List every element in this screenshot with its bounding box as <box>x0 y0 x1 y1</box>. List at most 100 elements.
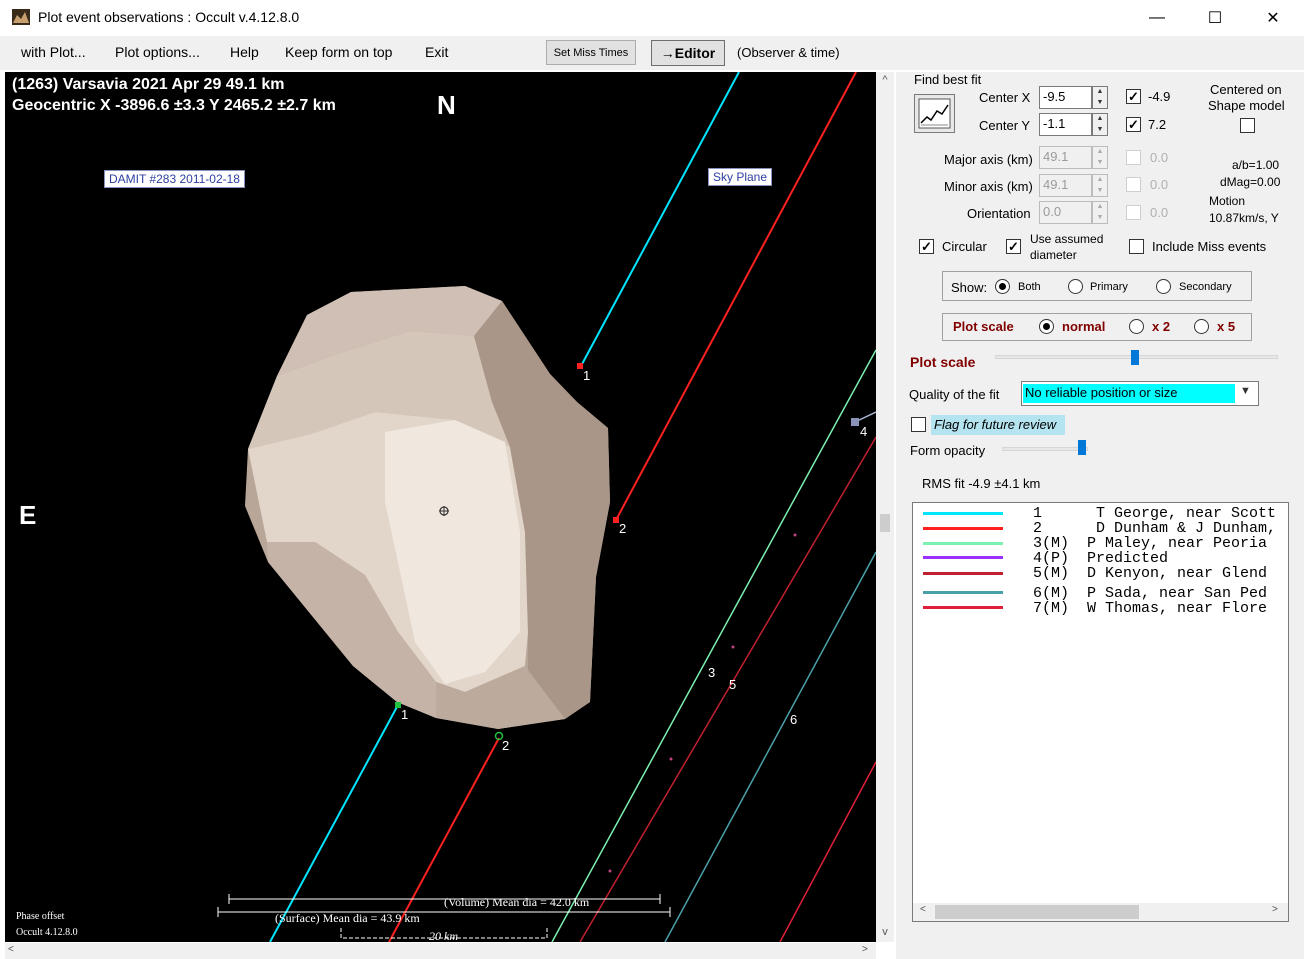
legend-item-7: 7(M) W Thomas, near Flore <box>1033 600 1268 617</box>
orientation-spinner[interactable]: ▲ ▼ <box>1092 201 1108 224</box>
major-axis-checkbox[interactable] <box>1126 150 1141 165</box>
menu-plot-options[interactable]: Plot options... <box>115 44 200 60</box>
maximize-button[interactable]: ☐ <box>1186 0 1244 36</box>
dmag-value: dMag=0.00 <box>1220 175 1281 189</box>
menu-with-plot[interactable]: with Plot... <box>21 44 86 60</box>
major-axis-spinner[interactable]: ▲ ▼ <box>1092 146 1108 169</box>
chord-label-1: 1 <box>583 368 591 383</box>
menu-help[interactable]: Help <box>230 44 259 60</box>
orientation-checkbox[interactable] <box>1126 205 1141 220</box>
motion-value: 10.87km/s, Y <box>1209 211 1279 225</box>
plot-scale-group-label: Plot scale <box>953 319 1014 334</box>
chord-label-3: 3 <box>708 665 716 680</box>
scale-x2-radio[interactable] <box>1129 319 1144 334</box>
minor-axis-spinner[interactable]: ▲ ▼ <box>1092 174 1108 197</box>
plot-canvas[interactable]: (1263) Varsavia 2021 Apr 29 49.1 km Geoc… <box>5 72 876 942</box>
menu-keep-form-on-top[interactable]: Keep form on top <box>285 44 392 60</box>
chord-label-6: 6 <box>790 712 798 727</box>
motion-label: Motion <box>1209 194 1246 208</box>
legend-swatch-1 <box>923 512 1003 515</box>
chord-label-2-lower: 2 <box>502 738 510 753</box>
show-both-radio[interactable] <box>995 279 1010 294</box>
chord-label-1-lower: 1 <box>401 707 409 722</box>
include-miss-events-checkbox[interactable] <box>1129 239 1144 254</box>
scroll-down-icon[interactable]: v <box>876 926 894 938</box>
legend-swatch-6 <box>923 591 1003 594</box>
show-secondary-radio[interactable] <box>1156 279 1171 294</box>
minimize-button[interactable]: — <box>1128 0 1186 36</box>
event-marker-5 <box>851 418 859 426</box>
scale-x5-radio[interactable] <box>1194 319 1209 334</box>
window-title: Plot event observations : Occult v.4.12.… <box>38 9 300 25</box>
center-x-input[interactable]: -9.5 <box>1039 86 1092 109</box>
center-y-checkbox[interactable]: ✓ <box>1126 117 1141 132</box>
legend-swatch-4 <box>923 556 1003 559</box>
center-y-spinner[interactable]: ▲ ▼ <box>1092 113 1108 136</box>
flag-review-checkbox[interactable] <box>911 417 926 432</box>
volume-mean-diameter: (Volume) Mean dia = 42.0 km <box>444 895 590 909</box>
minor-axis-label: Minor axis (km) <box>944 179 1033 194</box>
show-primary-radio[interactable] <box>1068 279 1083 294</box>
predicted-dots <box>608 533 797 873</box>
chord-label-2: 2 <box>619 521 627 536</box>
set-miss-times-button[interactable]: Set Miss Times <box>546 40 636 65</box>
orientation-label: Orientation <box>967 206 1031 221</box>
form-opacity-slider-thumb[interactable] <box>1078 440 1086 455</box>
center-x-spinner[interactable]: ▲ ▼ <box>1092 86 1108 109</box>
editor-button[interactable]: →Editor <box>651 40 725 66</box>
circular-label: Circular <box>942 239 987 254</box>
form-opacity-slider[interactable] <box>1002 447 1088 451</box>
menu-observer-time[interactable]: (Observer & time) <box>737 45 840 60</box>
scroll-thumb[interactable] <box>880 514 890 532</box>
legend-swatch-3 <box>923 542 1003 545</box>
scroll-left-icon[interactable]: < <box>8 944 14 955</box>
app-icon <box>12 9 30 25</box>
geocentric-position: Geocentric X -3896.6 ±3.3 Y 2465.2 ±2.7 … <box>12 97 336 114</box>
plot-scale-slider-thumb[interactable] <box>1131 350 1139 365</box>
show-primary-label: Primary <box>1090 281 1128 293</box>
quality-selected-value[interactable]: No reliable position or size <box>1023 384 1235 403</box>
asteroid-shape <box>245 286 610 729</box>
quality-label: Quality of the fit <box>909 387 1000 402</box>
observer-legend[interactable]: 1 T George, near Scott 2 D Dunham & J Du… <box>912 502 1289 922</box>
scroll-right-icon[interactable]: > <box>862 944 868 955</box>
chord-1-upper <box>580 72 740 367</box>
surface-mean-diameter: (Surface) Mean dia = 43.9 km <box>275 911 420 925</box>
shape-model-label: Shape model <box>1208 98 1285 113</box>
scroll-up-icon[interactable]: ^ <box>876 74 894 86</box>
legend-swatch-7 <box>923 606 1003 609</box>
plot-vertical-scrollbar[interactable] <box>876 72 894 942</box>
minor-axis-checkbox[interactable] <box>1126 177 1141 192</box>
chevron-down-icon[interactable]: ▼ <box>1240 385 1251 397</box>
show-both-label: Both <box>1018 281 1041 293</box>
center-x-check-value: -4.9 <box>1148 89 1171 104</box>
chord-1-lower <box>269 704 399 942</box>
circular-checkbox[interactable]: ✓ <box>919 239 934 254</box>
show-label: Show: <box>951 280 988 295</box>
find-best-fit-button[interactable] <box>914 94 955 133</box>
rms-fit-label: RMS fit -4.9 ±4.1 km <box>922 476 1041 491</box>
chord-label-5: 5 <box>729 677 737 692</box>
minor-axis-input[interactable]: 49.1 <box>1039 174 1092 197</box>
plot-graphics <box>217 72 876 942</box>
sky-plane-label: Sky Plane <box>708 168 773 186</box>
centered-on-shape-checkbox[interactable] <box>1240 118 1255 133</box>
major-axis-input[interactable]: 49.1 <box>1039 146 1092 169</box>
center-y-input[interactable]: -1.1 <box>1039 113 1092 136</box>
scale-normal-radio[interactable] <box>1039 319 1054 334</box>
plot-horizontal-scrollbar[interactable] <box>5 943 876 959</box>
orientation-check-value: 0.0 <box>1150 205 1169 220</box>
menu-exit[interactable]: Exit <box>425 44 448 60</box>
legend-scroll-thumb[interactable] <box>935 905 1139 919</box>
minor-axis-check-value: 0.0 <box>1150 177 1169 192</box>
orientation-input[interactable]: 0.0 <box>1039 201 1092 224</box>
centered-on-label: Centered on <box>1210 82 1282 97</box>
legend-scroll-right-icon[interactable]: > <box>1272 904 1278 915</box>
close-button[interactable]: ✕ <box>1244 0 1302 36</box>
use-assumed-diameter-checkbox[interactable]: ✓ <box>1006 239 1021 254</box>
center-x-checkbox[interactable]: ✓ <box>1126 89 1141 104</box>
scale-x2-label: x 2 <box>1152 319 1171 334</box>
legend-swatch-5 <box>923 572 1003 575</box>
legend-scroll-left-icon[interactable]: < <box>920 904 926 915</box>
show-secondary-label: Secondary <box>1179 281 1232 293</box>
